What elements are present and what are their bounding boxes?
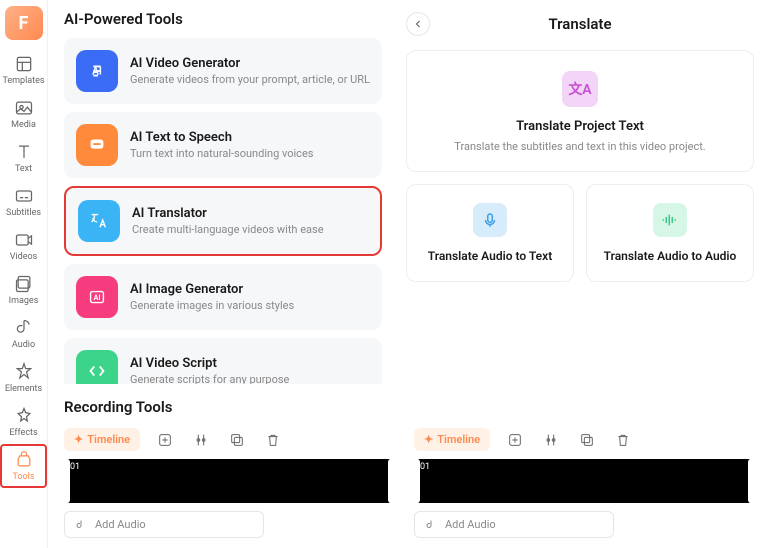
- translate-project-text-card[interactable]: 文A Translate Project Text Translate the …: [406, 50, 754, 172]
- tool-desc: Create multi-language videos with ease: [132, 223, 324, 236]
- tool-ai-video-generator[interactable]: AI AI Video Generator Generate videos fro…: [64, 38, 382, 104]
- translate-audio-to-audio-card[interactable]: Translate Audio to Audio: [586, 184, 754, 282]
- timeline-left: ✦ Timeline Add Audio: [54, 416, 404, 548]
- add-clip-button[interactable]: [504, 429, 526, 451]
- nav-videos[interactable]: Videos: [0, 224, 47, 268]
- tool-desc: Generate scripts for any purpose: [130, 373, 289, 384]
- track-handle-right[interactable]: [388, 459, 394, 503]
- script-icon: [76, 350, 118, 384]
- nav-label: Images: [9, 296, 39, 306]
- translate-text-icon: 文A: [562, 71, 598, 107]
- translate-title: Translate: [548, 15, 611, 33]
- tool-desc: Turn text into natural-sounding voices: [130, 147, 313, 160]
- left-sidebar: F Templates Media Text Subtitles Videos …: [0, 0, 48, 548]
- nav-subtitles[interactable]: Subtitles: [0, 180, 47, 224]
- card-label: Translate Audio to Text: [428, 249, 552, 263]
- nav-label: Elements: [5, 384, 42, 394]
- add-audio-button[interactable]: Add Audio: [64, 511, 264, 538]
- add-clip-button[interactable]: [154, 429, 176, 451]
- translator-icon: [78, 200, 120, 242]
- copy-button[interactable]: [226, 429, 248, 451]
- copy-button[interactable]: [576, 429, 598, 451]
- nav-images[interactable]: Images: [0, 268, 47, 312]
- svg-text:AI: AI: [93, 293, 100, 302]
- timeline-pill[interactable]: ✦ Timeline: [64, 428, 140, 451]
- nav-tools[interactable]: Tools: [0, 444, 47, 488]
- track-handle-left[interactable]: [414, 459, 420, 503]
- main-area: AI-Powered Tools AI AI Video Generator Ge…: [48, 0, 770, 548]
- image-gen-icon: AI: [76, 276, 118, 318]
- tool-ai-image-generator[interactable]: AI AI Image Generator Generate images in …: [64, 264, 382, 330]
- video-track[interactable]: [414, 459, 754, 503]
- back-button[interactable]: [406, 12, 430, 36]
- recording-tools-heading: Recording Tools: [64, 398, 770, 416]
- split-button[interactable]: [540, 429, 562, 451]
- hero-heading: Translate Project Text: [516, 119, 644, 134]
- timeline-pill[interactable]: ✦ Timeline: [414, 428, 490, 451]
- nav-label: Tools: [12, 472, 34, 482]
- track-handle-left[interactable]: [64, 459, 70, 503]
- audio-to-text-icon: [473, 203, 507, 237]
- tool-title: AI Text to Speech: [130, 130, 313, 145]
- tools-panel: AI-Powered Tools AI AI Video Generator Ge…: [48, 0, 398, 384]
- nav-media[interactable]: Media: [0, 92, 47, 136]
- delete-button[interactable]: [262, 429, 284, 451]
- translate-audio-to-text-card[interactable]: Translate Audio to Text: [406, 184, 574, 282]
- tool-title: AI Translator: [132, 206, 324, 221]
- track-handle-right[interactable]: [748, 459, 754, 503]
- card-label: Translate Audio to Audio: [604, 249, 737, 263]
- ai-video-icon: AI: [76, 50, 118, 92]
- tool-title: AI Video Script: [130, 356, 289, 371]
- split-button[interactable]: [190, 429, 212, 451]
- audio-to-audio-icon: [653, 203, 687, 237]
- tool-ai-translator[interactable]: AI Translator Create multi-language video…: [64, 186, 382, 256]
- nav-label: Media: [11, 120, 36, 130]
- nav-effects[interactable]: Effects: [0, 400, 47, 444]
- timeline-area: ✦ Timeline Add Audio ✦ Timeline Add Audi…: [48, 416, 770, 548]
- svg-text:AI: AI: [92, 67, 102, 78]
- nav-label: Text: [15, 164, 32, 174]
- nav-audio[interactable]: Audio: [0, 312, 47, 356]
- nav-label: Videos: [10, 252, 38, 262]
- nav-elements[interactable]: Elements: [0, 356, 47, 400]
- tool-title: AI Video Generator: [130, 56, 370, 71]
- add-audio-button[interactable]: Add Audio: [414, 511, 614, 538]
- timeline-right: ✦ Timeline Add Audio: [404, 416, 764, 548]
- nav-label: Subtitles: [6, 208, 41, 218]
- video-track[interactable]: [64, 459, 394, 503]
- tool-desc: Generate images in various styles: [130, 299, 294, 312]
- tool-desc: Generate videos from your prompt, articl…: [130, 73, 370, 86]
- nav-text[interactable]: Text: [0, 136, 47, 180]
- hero-subtext: Translate the subtitles and text in this…: [454, 140, 705, 153]
- nav-label: Audio: [12, 340, 35, 350]
- nav-templates[interactable]: Templates: [0, 48, 47, 92]
- ai-tools-heading: AI-Powered Tools: [64, 10, 382, 28]
- tool-title: AI Image Generator: [130, 282, 294, 297]
- delete-button[interactable]: [612, 429, 634, 451]
- nav-label: Templates: [2, 76, 44, 86]
- nav-label: Effects: [9, 428, 37, 438]
- tool-ai-text-to-speech[interactable]: AI Text to Speech Turn text into natural-…: [64, 112, 382, 178]
- app-logo: F: [5, 6, 43, 40]
- speech-icon: [76, 124, 118, 166]
- tool-ai-video-script[interactable]: AI Video Script Generate scripts for any …: [64, 338, 382, 384]
- translate-panel: Translate 文A Translate Project Text Tran…: [398, 0, 770, 384]
